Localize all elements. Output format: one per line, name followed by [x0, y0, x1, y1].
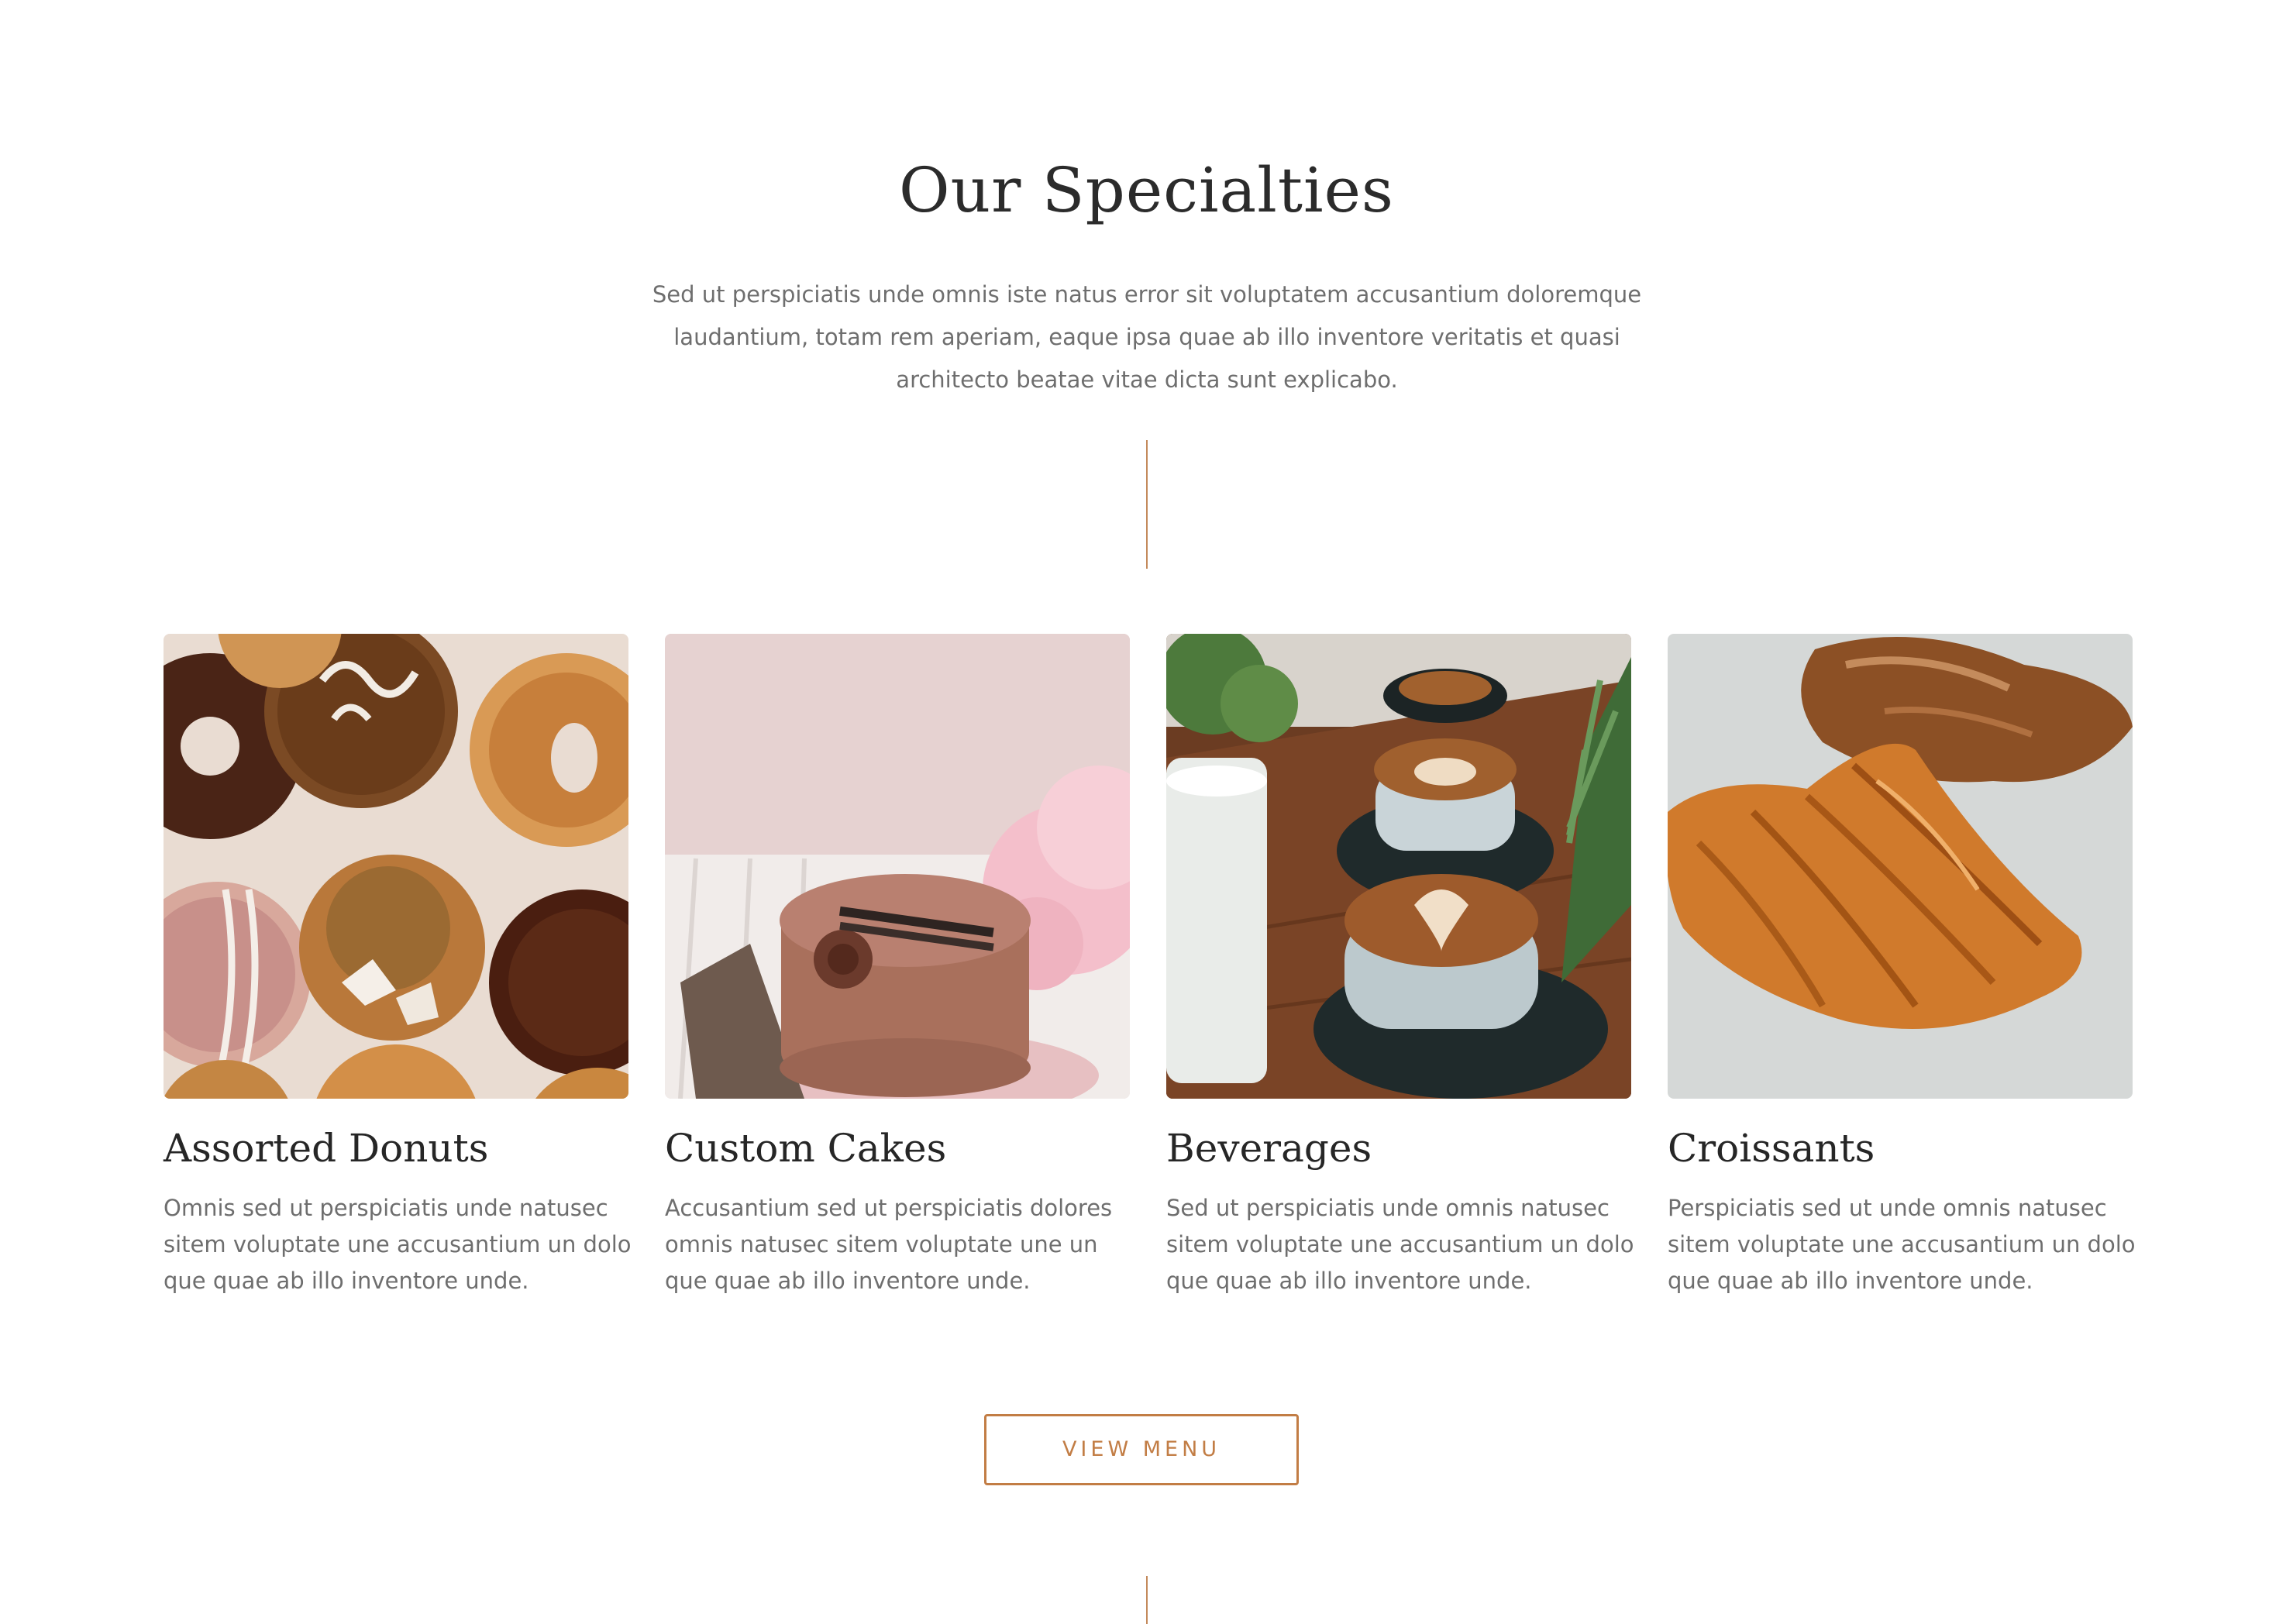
view-menu-button[interactable]: VIEW MENU — [984, 1414, 1299, 1485]
card-description: Perspiciatis sed ut unde omnis natusec s… — [1668, 1195, 2136, 1294]
card-description: Accusantium sed ut perspiciatis dolores … — [665, 1195, 1113, 1294]
croissant-photo — [1668, 634, 2133, 1099]
specialty-card-donuts[interactable]: Assorted Donuts Omnis sed ut perspiciati… — [164, 634, 632, 1299]
section-title: Our Specialties — [899, 154, 1394, 226]
chocolate-cake-photo — [665, 634, 1130, 1099]
latte-cups-photo — [1166, 634, 1631, 1099]
card-title: Assorted Donuts — [164, 1126, 489, 1171]
divider-line-bottom — [1146, 1576, 1148, 1624]
card-description: Sed ut perspiciatis unde omnis natusec s… — [1166, 1195, 1634, 1294]
card-title: Beverages — [1166, 1126, 1372, 1171]
card-title: Croissants — [1668, 1126, 1875, 1171]
specialty-card-cakes[interactable]: Custom Cakes Accusantium sed ut perspici… — [665, 634, 1130, 1299]
card-title: Custom Cakes — [665, 1126, 947, 1171]
divider-line-top — [1146, 440, 1148, 569]
section-intro: Sed ut perspiciatis unde omnis iste natu… — [652, 281, 1642, 393]
specialty-card-beverages[interactable]: Beverages Sed ut perspiciatis unde omnis… — [1166, 634, 1634, 1299]
donuts-photo — [164, 634, 628, 1099]
specialty-card-croissants[interactable]: Croissants Perspiciatis sed ut unde omni… — [1668, 634, 2136, 1299]
card-description: Omnis sed ut perspiciatis unde natusec s… — [164, 1195, 632, 1294]
specialties-grid: Assorted Donuts Omnis sed ut perspiciati… — [164, 634, 2136, 1316]
